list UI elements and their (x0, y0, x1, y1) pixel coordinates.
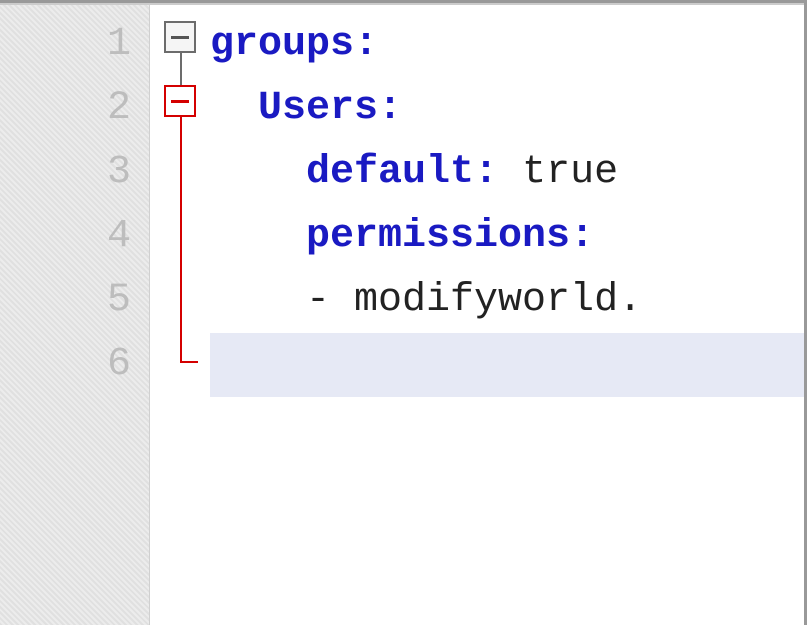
yaml-colon: : (378, 86, 402, 131)
yaml-colon: : (354, 22, 378, 67)
minus-icon (171, 100, 189, 103)
line-number: 5 (0, 269, 131, 333)
line-number: 3 (0, 141, 131, 205)
code-line[interactable]: groups: (210, 13, 804, 77)
fold-guide-line (180, 117, 182, 363)
minus-icon (171, 36, 189, 39)
code-line-current[interactable] (210, 333, 804, 397)
indent (210, 278, 306, 323)
yaml-key: Users (258, 86, 378, 131)
code-editor: 1 2 3 4 5 6 groups: Users: default: true… (0, 3, 804, 625)
yaml-colon: : (570, 214, 594, 259)
yaml-key: groups (210, 22, 354, 67)
fold-column (150, 5, 210, 625)
code-area[interactable]: groups: Users: default: true permissions… (210, 5, 804, 625)
yaml-key: default (306, 150, 474, 195)
code-line[interactable]: - modifyworld. (210, 269, 804, 333)
line-number-gutter: 1 2 3 4 5 6 (0, 5, 150, 625)
fold-toggle-icon[interactable] (164, 21, 196, 53)
line-number: 1 (0, 13, 131, 77)
indent (210, 214, 306, 259)
indent (210, 150, 306, 195)
fold-toggle-icon[interactable] (164, 85, 196, 117)
line-number: 4 (0, 205, 131, 269)
indent (210, 86, 258, 131)
line-number: 6 (0, 333, 131, 397)
yaml-value: - modifyworld. (306, 278, 642, 323)
fold-guide-foot (180, 361, 198, 363)
line-number: 2 (0, 77, 131, 141)
code-line[interactable]: permissions: (210, 205, 804, 269)
code-line[interactable]: Users: (210, 77, 804, 141)
fold-guide-line (180, 53, 182, 85)
yaml-colon: : (474, 150, 498, 195)
code-line[interactable]: default: true (210, 141, 804, 205)
yaml-key: permissions (306, 214, 570, 259)
yaml-value: true (498, 150, 618, 195)
